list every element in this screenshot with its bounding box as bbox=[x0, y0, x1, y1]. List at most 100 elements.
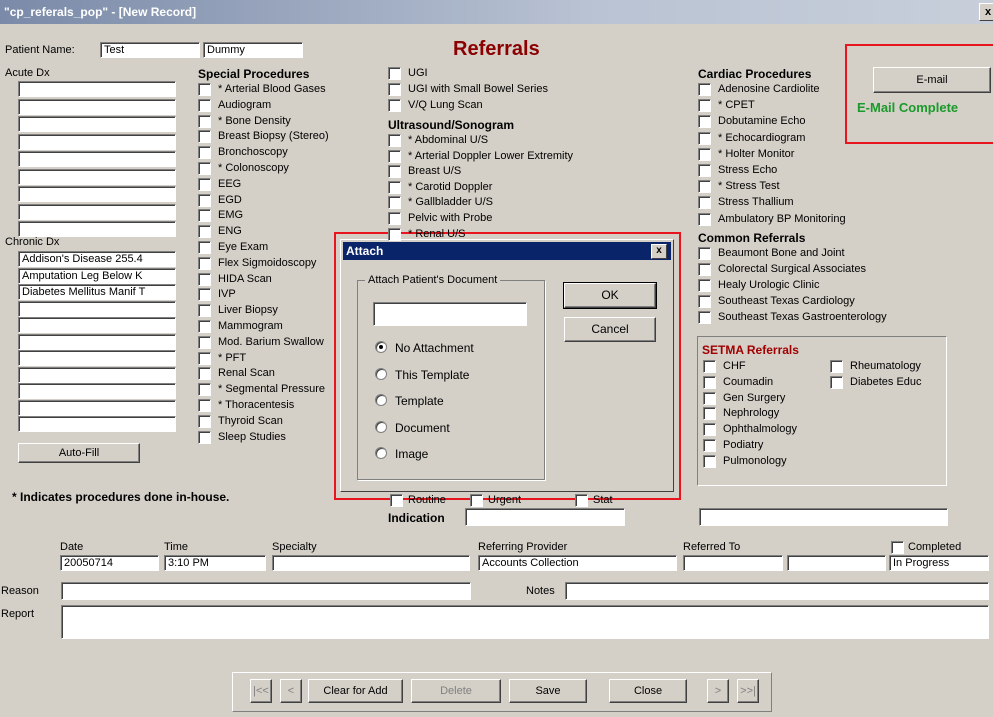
special-emg-checkbox[interactable] bbox=[198, 209, 211, 223]
cardiac-stress-echo-checkbox[interactable] bbox=[698, 164, 711, 177]
priority-stat-checkbox[interactable] bbox=[575, 494, 588, 507]
acute-dx-field[interactable] bbox=[18, 203, 176, 220]
chronic-dx-field[interactable] bbox=[18, 317, 176, 333]
chronic-dx-field[interactable] bbox=[18, 333, 176, 350]
special-mod-barium-swallow-checkbox[interactable] bbox=[198, 335, 211, 349]
cardiac-adenosine-cardiolite-checkbox[interactable] bbox=[698, 83, 711, 96]
common-beaumont-bone-and-joint-checkbox[interactable] bbox=[698, 247, 711, 260]
us-breast-u-s-checkbox[interactable] bbox=[388, 165, 401, 179]
setma-coumadin-checkbox[interactable] bbox=[703, 375, 716, 389]
first-record-button[interactable]: |<< bbox=[250, 679, 272, 703]
chronic-dx-field[interactable]: Diabetes Mellitus Manif T bbox=[18, 284, 176, 300]
referring-provider-field[interactable]: Accounts Collection bbox=[478, 555, 677, 571]
us-abdominal-u-s-checkbox[interactable] bbox=[388, 134, 401, 147]
cardiac-cpet-checkbox[interactable] bbox=[698, 99, 711, 113]
special-bone-density-checkbox[interactable] bbox=[198, 114, 211, 128]
patient-last-name-field[interactable]: Dummy bbox=[203, 42, 303, 58]
special-liver-biopsy-checkbox[interactable] bbox=[198, 304, 211, 318]
special-segmental-pressure-checkbox[interactable] bbox=[198, 383, 211, 397]
specialty-field[interactable] bbox=[272, 555, 470, 571]
special-eye-exam-checkbox[interactable] bbox=[198, 241, 211, 254]
special-colonoscopy-checkbox[interactable] bbox=[198, 162, 211, 175]
acute-dx-field[interactable] bbox=[18, 168, 176, 185]
chronic-dx-field[interactable] bbox=[18, 366, 176, 383]
setma-diabetes-educ-checkbox[interactable] bbox=[830, 375, 843, 389]
special-mammogram-checkbox[interactable] bbox=[198, 320, 211, 333]
acute-dx-field[interactable] bbox=[18, 186, 176, 202]
acute-dx-field[interactable] bbox=[18, 221, 176, 237]
cardiac-stress-thallium-checkbox[interactable] bbox=[698, 196, 711, 210]
indication-field[interactable] bbox=[465, 508, 625, 526]
setma-ophthalmology-checkbox[interactable] bbox=[703, 423, 716, 437]
chronic-dx-field[interactable] bbox=[18, 350, 176, 366]
us-renal-u-s-checkbox[interactable] bbox=[388, 227, 401, 241]
patient-first-name-field[interactable]: Test bbox=[100, 42, 200, 58]
referred-to-field-2[interactable] bbox=[787, 555, 886, 571]
setma-podiatry-checkbox[interactable] bbox=[703, 439, 716, 452]
notes-field[interactable] bbox=[565, 582, 989, 600]
prev-record-button[interactable]: < bbox=[280, 679, 302, 703]
last-record-button[interactable]: >>| bbox=[737, 679, 759, 703]
us-gallbladder-u-s-checkbox[interactable] bbox=[388, 196, 401, 210]
auto-fill-button[interactable]: Auto-Fill bbox=[18, 443, 140, 463]
special-flex-sigmoidoscopy-checkbox[interactable] bbox=[198, 256, 211, 270]
delete-button[interactable]: Delete bbox=[411, 679, 501, 703]
priority-routine-checkbox[interactable] bbox=[390, 494, 403, 507]
cardiac-dobutamine-echo-checkbox[interactable] bbox=[698, 115, 711, 129]
referred-to-field[interactable] bbox=[683, 555, 783, 571]
acute-dx-field[interactable] bbox=[18, 98, 176, 115]
time-field[interactable]: 3:10 PM bbox=[164, 555, 266, 571]
cardiac-ambulatory-bp-monitoring-checkbox[interactable] bbox=[698, 212, 711, 226]
special-thyroid-scan-checkbox[interactable] bbox=[198, 414, 211, 428]
clear-for-add-button[interactable]: Clear for Add bbox=[308, 679, 403, 703]
indication-extra-field[interactable] bbox=[699, 508, 948, 526]
special-breast-biopsy-stereo-checkbox[interactable] bbox=[198, 130, 211, 144]
acute-dx-field[interactable] bbox=[18, 151, 176, 167]
close-icon[interactable]: x bbox=[979, 3, 993, 21]
cardiac-stress-test-checkbox[interactable] bbox=[698, 180, 711, 194]
acute-dx-field[interactable] bbox=[18, 116, 176, 132]
gi-ugi-with-small-bowel-series-checkbox[interactable] bbox=[388, 83, 401, 96]
acute-dx-field[interactable] bbox=[18, 133, 176, 150]
special-arterial-blood-gases-checkbox[interactable] bbox=[198, 83, 211, 96]
cardiac-holter-monitor-checkbox[interactable] bbox=[698, 147, 711, 161]
special-ivp-checkbox[interactable] bbox=[198, 288, 211, 302]
setma-nephrology-checkbox[interactable] bbox=[703, 407, 716, 421]
special-bronchoscopy-checkbox[interactable] bbox=[198, 146, 211, 160]
chronic-dx-field[interactable] bbox=[18, 399, 176, 416]
save-button[interactable]: Save bbox=[509, 679, 587, 703]
chronic-dx-field[interactable]: Addison's Disease 255.4 bbox=[18, 251, 176, 267]
close-button[interactable]: Close bbox=[609, 679, 687, 703]
common-southeast-texas-gastroenterology-checkbox[interactable] bbox=[698, 311, 711, 324]
reason-field[interactable] bbox=[61, 582, 471, 600]
chronic-dx-field[interactable] bbox=[18, 300, 176, 317]
special-audiogram-checkbox[interactable] bbox=[198, 98, 211, 112]
chronic-dx-field[interactable]: Amputation Leg Below K bbox=[18, 267, 176, 284]
report-field[interactable] bbox=[61, 605, 989, 639]
special-hida-scan-checkbox[interactable] bbox=[198, 272, 211, 286]
gi-ugi-checkbox[interactable] bbox=[388, 67, 401, 80]
next-record-button[interactable]: > bbox=[707, 679, 729, 703]
special-sleep-studies-checkbox[interactable] bbox=[198, 430, 211, 444]
completed-checkbox[interactable] bbox=[891, 541, 904, 554]
setma-rheumatology-checkbox[interactable] bbox=[830, 360, 843, 373]
gi-v-q-lung-scan-checkbox[interactable] bbox=[388, 99, 401, 112]
chronic-dx-field[interactable] bbox=[18, 416, 176, 432]
us-arterial-doppler-lower-extremity-checkbox[interactable] bbox=[388, 149, 401, 163]
chronic-dx-field[interactable] bbox=[18, 383, 176, 399]
common-colorectal-surgical-associates-checkbox[interactable] bbox=[698, 263, 711, 276]
us-carotid-doppler-checkbox[interactable] bbox=[388, 180, 401, 194]
common-southeast-texas-cardiology-checkbox[interactable] bbox=[698, 295, 711, 308]
setma-chf-checkbox[interactable] bbox=[703, 360, 716, 373]
acute-dx-field[interactable] bbox=[18, 81, 176, 97]
special-renal-scan-checkbox[interactable] bbox=[198, 367, 211, 381]
special-pft-checkbox[interactable] bbox=[198, 351, 211, 365]
date-field[interactable]: 20050714 bbox=[60, 555, 159, 571]
priority-urgent-checkbox[interactable] bbox=[470, 494, 483, 507]
special-thoracentesis-checkbox[interactable] bbox=[198, 399, 211, 412]
special-eng-checkbox[interactable] bbox=[198, 225, 211, 239]
us-pelvic-with-probe-checkbox[interactable] bbox=[388, 212, 401, 225]
setma-gen-surgery-checkbox[interactable] bbox=[703, 391, 716, 405]
setma-pulmonology-checkbox[interactable] bbox=[703, 454, 716, 468]
status-field[interactable]: In Progress bbox=[889, 555, 989, 571]
